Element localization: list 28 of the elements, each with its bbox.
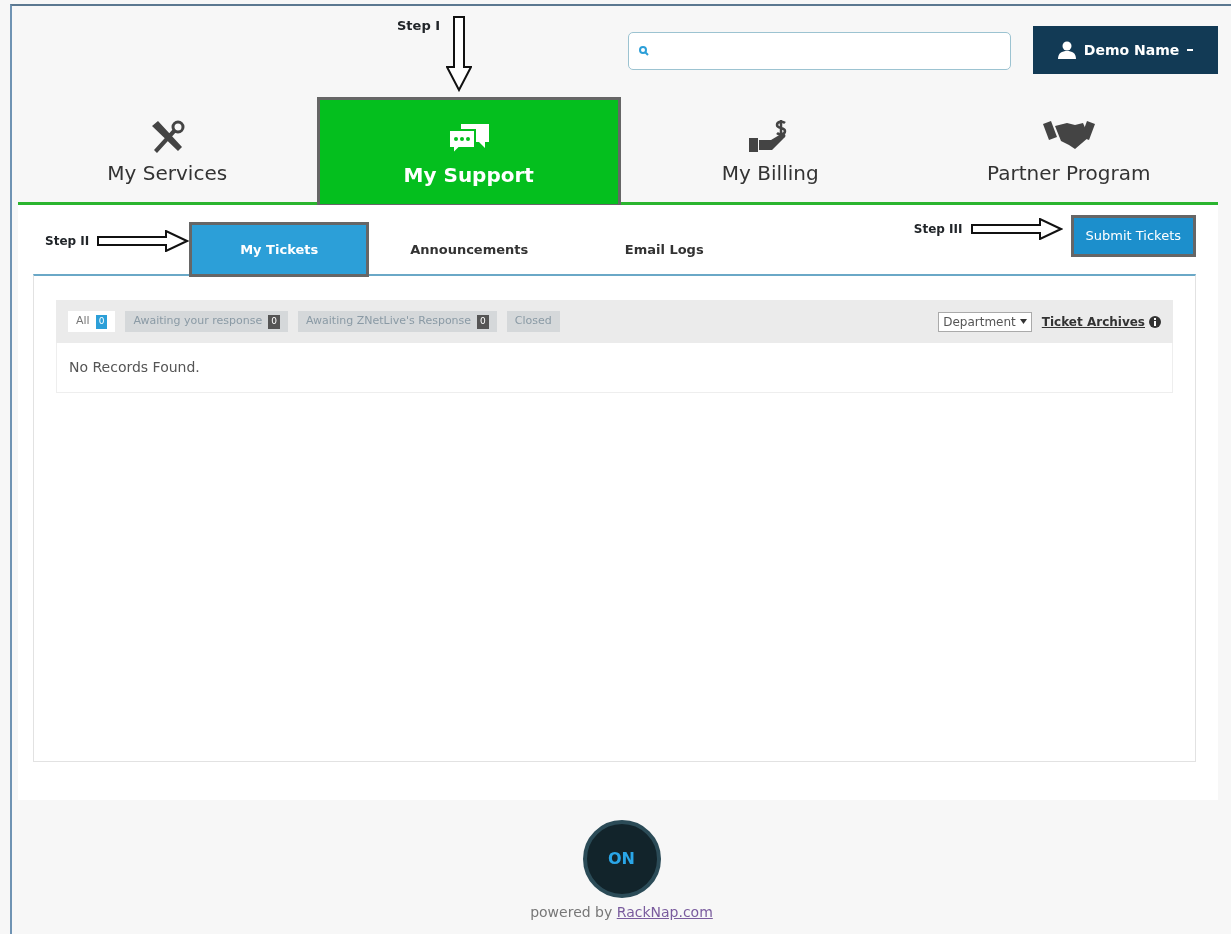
filter-tab[interactable]: All 0 — [68, 311, 116, 332]
count-badge: 0 — [268, 315, 280, 329]
sub-tab[interactable]: Email Logs — [569, 222, 760, 277]
count-badge: 0 — [95, 315, 108, 329]
powered-by-text: powered by RackNap.com — [530, 903, 713, 922]
logo: ON — [582, 820, 661, 898]
main-tab[interactable]: My Services — [18, 97, 317, 202]
sub-tab[interactable]: Announcements — [369, 222, 570, 277]
filter-tab[interactable]: Awaiting ZNetLive's Response 0 — [298, 311, 497, 332]
info-icon — [1149, 315, 1161, 328]
user-menu-button[interactable]: Demo Name — [1033, 26, 1219, 74]
user-icon — [1057, 41, 1076, 59]
empty-message: No Records Found. — [56, 343, 1173, 393]
racknap-link[interactable]: RackNap.com — [616, 904, 713, 920]
step-label: Step III — [913, 221, 963, 238]
submit-tickets-button[interactable]: Submit Tickets — [1070, 215, 1196, 257]
search-icon — [639, 46, 650, 56]
count-badge: 0 — [477, 315, 489, 329]
ticket-archives-link[interactable]: Ticket Archives — [1041, 312, 1145, 331]
step-label: Step II — [45, 233, 90, 250]
main-tab[interactable]: My Billing — [621, 97, 920, 202]
caret-icon — [1187, 48, 1194, 52]
main-tab[interactable]: Partner Program — [919, 97, 1218, 202]
step-label: Step I — [397, 17, 441, 35]
filter-tab[interactable]: Awaiting your response 0 — [125, 311, 288, 332]
caret-icon — [1019, 319, 1027, 324]
department-select[interactable]: Department — [938, 311, 1032, 332]
search-field[interactable] — [628, 32, 1012, 70]
